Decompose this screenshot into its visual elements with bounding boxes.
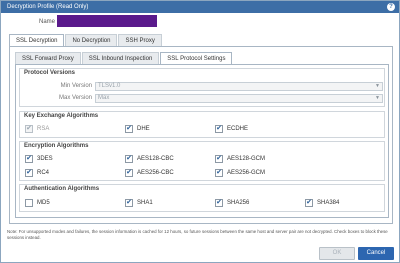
dhe-label: DHE [137,126,150,132]
dialog-title: Decryption Profile (Read Only) [7,4,89,10]
aes128-gcm-checkbox[interactable]: ✔ [215,155,223,163]
chevron-down-icon: ▼ [375,83,380,89]
authentication-group: Authentication Algorithms MD5 ✔ SHA1 ✔ S… [19,184,385,212]
encryption-group: Encryption Algorithms ✔ 3DES ✔ AES128-CB… [19,141,385,181]
tab-no-decryption[interactable]: No Decryption [65,34,118,46]
3des-label: 3DES [37,156,53,162]
name-label: Name [39,19,56,25]
ecdhe-checkbox[interactable]: ✔ [215,125,223,133]
sha1-label: SHA1 [137,200,153,206]
aes128-gcm-label: AES128-GCM [227,156,266,162]
rsa-checkbox[interactable]: ✔ [25,125,33,133]
min-version-select[interactable]: TLSv1.0 ▼ [95,82,383,91]
outer-tab-bar: SSL Decryption No Decryption SSH Proxy [9,34,163,47]
footer-note: Note: For unsupported modes and failures… [7,229,388,240]
decryption-profile-dialog: Decryption Profile (Read Only) ? Name SS… [0,0,400,263]
rsa-label: RSA [37,126,50,132]
chevron-down-icon: ▼ [375,95,380,101]
authentication-title: Authentication Algorithms [24,186,100,192]
aes256-gcm-label: AES256-GCM [227,170,266,176]
max-version-label: Max Version [58,95,92,101]
md5-checkbox[interactable] [25,199,33,207]
sha256-checkbox[interactable]: ✔ [215,199,223,207]
aes256-cbc-label: AES256-CBC [137,170,174,176]
tab-ssl-inbound-inspection[interactable]: SSL Inbound Inspection [81,52,160,64]
ecdhe-label: ECDHE [227,126,249,132]
rc4-checkbox[interactable]: ✔ [25,169,33,177]
key-exchange-title: Key Exchange Algorithms [24,113,99,119]
protocol-versions-group: Protocol Versions Min Version TLSv1.0 ▼ … [19,68,385,107]
name-field-redacted [57,15,157,27]
ok-button[interactable]: OK [319,247,355,260]
inner-tab-bar: SSL Forward Proxy SSL Inbound Inspection… [15,52,233,65]
max-version-value: Max [98,95,110,101]
protocol-versions-title: Protocol Versions [24,70,76,76]
3des-checkbox[interactable]: ✔ [25,155,33,163]
dialog-titlebar: Decryption Profile (Read Only) ? [1,1,399,13]
md5-label: MD5 [37,200,50,206]
encryption-title: Encryption Algorithms [24,143,89,149]
max-version-select[interactable]: Max ▼ [95,94,383,103]
cancel-button[interactable]: Cancel [358,247,394,260]
aes128-cbc-checkbox[interactable]: ✔ [125,155,133,163]
aes256-cbc-checkbox[interactable]: ✔ [125,169,133,177]
sha1-checkbox[interactable]: ✔ [125,199,133,207]
aes128-cbc-label: AES128-CBC [137,156,174,162]
tab-ssl-forward-proxy[interactable]: SSL Forward Proxy [15,52,81,64]
tab-ssh-proxy[interactable]: SSH Proxy [118,34,162,46]
dhe-checkbox[interactable]: ✔ [125,125,133,133]
min-version-value: TLSv1.0 [98,83,121,89]
min-version-label: Min Version [60,83,92,89]
aes256-gcm-checkbox[interactable]: ✔ [215,169,223,177]
sha384-label: SHA384 [317,200,340,206]
sha256-label: SHA256 [227,200,250,206]
key-exchange-group: Key Exchange Algorithms ✔ RSA ✔ DHE ✔ EC… [19,111,385,138]
sha384-checkbox[interactable]: ✔ [305,199,313,207]
help-icon[interactable]: ? [387,3,395,11]
rc4-label: RC4 [37,170,50,176]
